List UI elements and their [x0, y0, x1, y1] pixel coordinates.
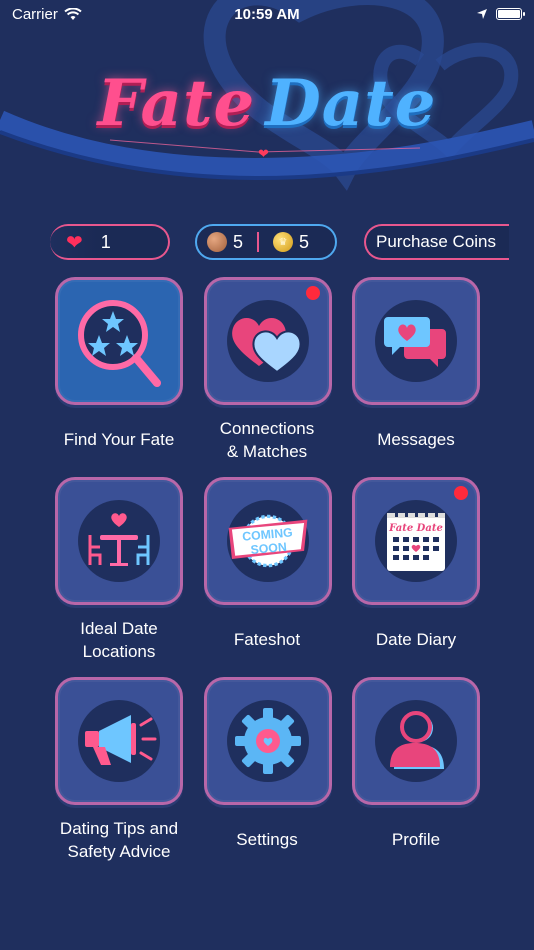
- heart-icon: ❤: [66, 231, 83, 254]
- date-diary-label: Date Diary: [375, 630, 457, 649]
- wifi-icon: [64, 7, 82, 20]
- gear-icon: [235, 708, 301, 774]
- logo-fate-text: Fate: [97, 66, 256, 141]
- tile-icon-circle: [227, 300, 309, 382]
- gold-coin-icon: ♛: [273, 232, 294, 252]
- logo-date-text: Date: [265, 66, 437, 141]
- calendar-icon: Fate Date: [387, 509, 445, 571]
- fateshot-button[interactable]: COMING SOON: [204, 477, 332, 605]
- ideal-date-locations-button[interactable]: [55, 477, 183, 605]
- bronze-coin-icon: [207, 232, 227, 252]
- tile-icon-circle: COMING SOON: [227, 500, 309, 582]
- hearts-icon: [232, 317, 302, 374]
- tile-icon-circle: [375, 700, 457, 782]
- profile-icon: [390, 711, 444, 769]
- bronze-coins-count: 5: [233, 231, 244, 252]
- hearts-count: 1: [100, 231, 111, 252]
- status-right: [476, 8, 525, 20]
- battery-level: [498, 10, 520, 18]
- settings-button[interactable]: [204, 677, 332, 805]
- calendar-title-text: Fate Date: [388, 523, 443, 534]
- messages-button[interactable]: [352, 277, 480, 405]
- status-bar: Carrier 10:59 AM: [0, 0, 534, 28]
- settings-label: Settings: [236, 830, 298, 849]
- fateshot-label: Fateshot: [233, 630, 301, 649]
- find-your-fate-button[interactable]: [55, 277, 183, 405]
- messages-label: Messages: [377, 430, 455, 449]
- battery-icon: [496, 8, 525, 20]
- status-left: Carrier: [12, 6, 82, 23]
- date-diary-notification-badge: [452, 484, 470, 502]
- carrier-label: Carrier: [12, 5, 58, 23]
- tile-icon-circle: [227, 700, 309, 782]
- date-table-icon: [88, 513, 150, 566]
- coins-counter: 5 ♛ 5: [195, 224, 337, 260]
- purchase-coins-button[interactable]: Purchase Coins: [364, 224, 509, 260]
- hearts-counter: ❤ 1: [50, 224, 170, 260]
- gold-coins-count: 5: [299, 231, 310, 252]
- logo-heart-icon: ❤: [258, 146, 269, 161]
- search-stars-icon: [78, 300, 161, 387]
- stats-row: ❤ 1 5 ♛ 5 Purchase Coins: [0, 224, 534, 260]
- dating-tips-label: Dating Tips and Safety Advice: [59, 819, 179, 861]
- find-your-fate-label: Find Your Fate: [63, 430, 175, 449]
- app-logo: Fate Date: [0, 66, 534, 141]
- dating-tips-button[interactable]: [55, 677, 183, 805]
- tile-icon-circle: [375, 300, 457, 382]
- connections-matches-label: Connections & Matches: [219, 419, 315, 461]
- profile-button[interactable]: [352, 677, 480, 805]
- chat-bubbles-icon: [384, 317, 446, 367]
- coin-divider: [257, 232, 260, 252]
- connections-notification-badge: [304, 284, 322, 302]
- coming-soon-icon: COMING SOON: [228, 514, 308, 568]
- megaphone-icon: [85, 715, 157, 765]
- ideal-date-locations-label: Ideal Date Locations: [80, 619, 158, 661]
- location-arrow-icon: [477, 9, 487, 19]
- tile-icon-circle: Fate Date: [375, 500, 457, 582]
- tile-icon-circle: [78, 500, 160, 582]
- tile-icon-circle: [78, 700, 160, 782]
- profile-label: Profile: [391, 830, 441, 849]
